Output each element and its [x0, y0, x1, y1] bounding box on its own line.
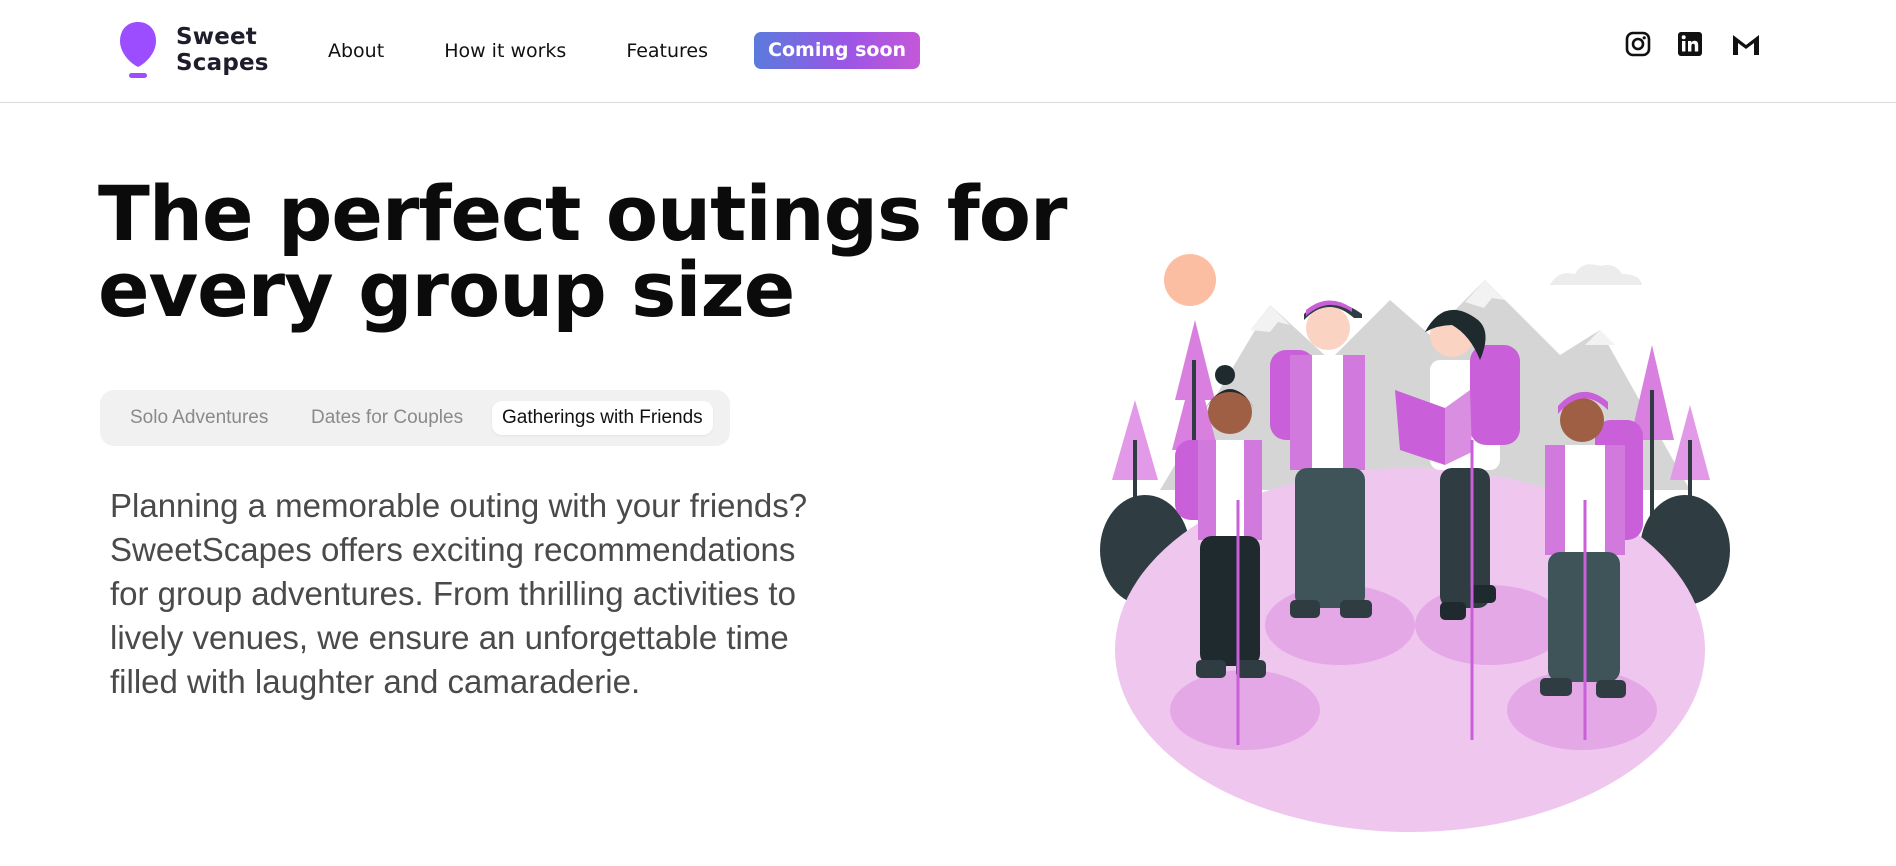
instagram-icon[interactable] — [1625, 31, 1651, 57]
brand-name: Sweet Scapes — [176, 24, 269, 76]
coming-soon-button[interactable]: Coming soon — [754, 32, 921, 69]
brand-name-line1: Sweet — [176, 24, 258, 50]
balloon-logo-icon — [118, 20, 158, 80]
main-nav: About How it works Features Coming soon — [328, 32, 921, 69]
nav-features-link[interactable]: Features — [626, 33, 708, 69]
hero-title: The perfect outings for every group size — [98, 169, 1068, 334]
sun-shape — [1164, 254, 1216, 306]
tab-solo-adventures[interactable]: Solo Adventures — [130, 401, 268, 435]
nav-about-link[interactable]: About — [328, 33, 384, 69]
gmail-icon[interactable] — [1731, 31, 1761, 57]
hero-description: Planning a memorable outing with your fr… — [110, 487, 808, 700]
cloud-shape — [1550, 264, 1642, 285]
linkedin-icon[interactable] — [1677, 31, 1703, 57]
audience-tabs: Solo Adventures Dates for Couples Gather… — [100, 390, 730, 446]
nav-how-it-works-link[interactable]: How it works — [444, 33, 566, 69]
group-of-hikers-illustration — [1100, 240, 1730, 840]
tab-gatherings-with-friends[interactable]: Gatherings with Friends — [492, 401, 713, 435]
navbar: Sweet Scapes About How it works Features… — [0, 0, 1896, 103]
brand-logo[interactable]: Sweet Scapes — [118, 20, 269, 80]
brand-name-line2: Scapes — [176, 50, 269, 76]
tab-dates-for-couples[interactable]: Dates for Couples — [311, 401, 463, 435]
